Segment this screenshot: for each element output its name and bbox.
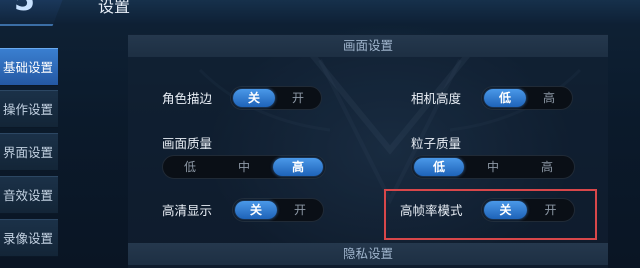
top-bar: [0, 0, 640, 24]
section-header-privacy: 隐私设置: [128, 243, 608, 265]
hd-display-label: 高清显示: [162, 203, 213, 218]
camera-height-label: 相机高度: [411, 91, 462, 106]
character-outline-option-on[interactable]: 开: [277, 89, 319, 107]
particle-quality-option-low[interactable]: 低: [414, 158, 464, 176]
highlight-annotation-box: [384, 189, 597, 240]
hd-display-toggle[interactable]: 关 开: [232, 198, 324, 222]
section-header-graphics: 画面设置: [128, 35, 608, 57]
sidebar-item-interface[interactable]: 界面设置: [0, 133, 58, 171]
character-outline-option-off[interactable]: 关: [233, 89, 275, 107]
back-arrow-icon: 5: [14, 0, 35, 18]
particle-quality-selector[interactable]: 低 中 高: [411, 155, 575, 179]
camera-height-toggle[interactable]: 低 高: [481, 86, 573, 110]
graphics-quality-label: 画面质量: [162, 136, 213, 151]
particle-quality-option-medium[interactable]: 中: [468, 158, 518, 176]
page-title: 设置: [98, 0, 131, 16]
character-outline-label: 角色描边: [162, 91, 213, 106]
graphics-quality-selector[interactable]: 低 中 高: [162, 155, 326, 179]
camera-height-option-high[interactable]: 高: [528, 89, 570, 107]
sidebar-item-controls[interactable]: 操作设置: [0, 90, 58, 128]
particle-quality-option-high[interactable]: 高: [522, 158, 572, 176]
camera-height-option-low[interactable]: 低: [484, 89, 526, 107]
sidebar-item-sound[interactable]: 音效设置: [0, 176, 58, 214]
graphics-quality-option-high[interactable]: 高: [273, 158, 323, 176]
hd-display-option-off[interactable]: 关: [235, 201, 277, 219]
hd-display-option-on[interactable]: 开: [279, 201, 321, 219]
character-outline-toggle[interactable]: 关 开: [230, 86, 322, 110]
sidebar-item-replay[interactable]: 录像设置: [0, 219, 58, 257]
sidebar: 基础设置 操作设置 界面设置 音效设置 录像设置: [0, 44, 58, 268]
particle-quality-label: 粒子质量: [411, 136, 462, 151]
graphics-quality-option-medium[interactable]: 中: [219, 158, 269, 176]
graphics-quality-option-low[interactable]: 低: [165, 158, 215, 176]
sidebar-item-basic[interactable]: 基础设置: [0, 48, 58, 86]
